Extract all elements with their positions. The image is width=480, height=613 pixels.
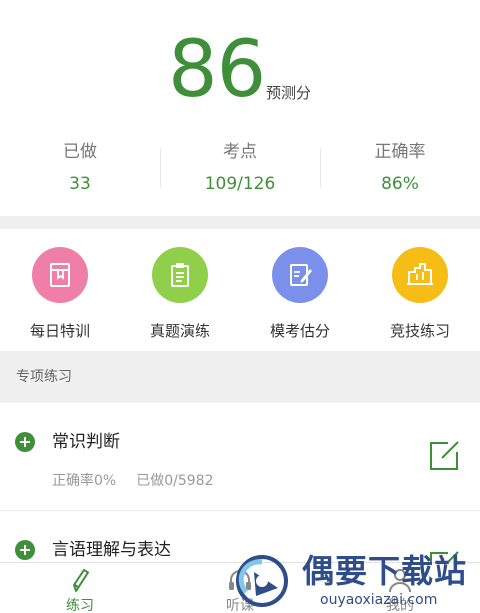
edit-note-icon — [272, 247, 328, 303]
predicted-score: 86 — [168, 25, 266, 115]
feature-mock-exam-label: 模考估分 — [269, 322, 330, 340]
stat-accuracy-label: 正确率 — [374, 142, 426, 162]
practice-item-title: 言语理解与表达 — [52, 540, 171, 560]
practice-item-meta: 正确率0% 已做0/5982 — [52, 471, 213, 491]
feature-daily-training[interactable]: 每日特训 — [0, 229, 120, 351]
stat-points-label: 考点 — [223, 142, 257, 162]
plus-circle-icon[interactable] — [15, 432, 35, 452]
tab-practice-label: 练习 — [66, 598, 94, 613]
stat-accuracy-value: 86% — [381, 174, 419, 194]
stat-done-label: 已做 — [63, 142, 97, 162]
predicted-score-label: 预测分 — [266, 84, 312, 102]
feature-grid: 每日特训 真题演练 模考估分 竞技练习 — [0, 229, 480, 351]
tab-mine-label: 我的 — [386, 598, 414, 613]
section-divider — [0, 216, 480, 229]
headphones-icon — [229, 570, 251, 590]
practice-item-accuracy: 正确率0% — [52, 473, 117, 489]
stat-divider — [160, 148, 161, 188]
practice-item-done: 已做0/5982 — [136, 473, 214, 489]
stat-divider — [320, 148, 321, 188]
feature-past-exams-label: 真题演练 — [149, 322, 210, 340]
feature-mock-exam[interactable]: 模考估分 — [240, 229, 360, 351]
feature-past-exams[interactable]: 真题演练 — [120, 229, 240, 351]
tab-mine[interactable]: 我的 — [320, 563, 480, 613]
stat-points-value: 109/126 — [204, 174, 276, 194]
clipboard-icon — [152, 247, 208, 303]
stat-points: 考点 109/126 — [160, 140, 320, 200]
feature-daily-training-label: 每日特训 — [29, 322, 90, 340]
tab-lectures[interactable]: 听课 — [160, 563, 320, 613]
practice-item-general-knowledge[interactable]: 常识判断 正确率0% 已做0/5982 — [0, 403, 480, 511]
edit-icon[interactable] — [428, 440, 460, 472]
section-header: 专项练习 — [0, 351, 480, 403]
score-panel: 86 预测分 已做 33 考点 109/126 正确率 86% — [0, 0, 480, 215]
bottom-tab-bar: 练习 听课 我的 — [0, 562, 480, 613]
practice-item-title: 常识判断 — [52, 432, 120, 452]
feature-competition-label: 竞技练习 — [389, 322, 450, 340]
stat-accuracy: 正确率 86% — [320, 140, 480, 200]
calendar-book-icon — [32, 247, 88, 303]
arena-icon — [392, 247, 448, 303]
plus-circle-icon[interactable] — [15, 540, 35, 560]
tab-practice[interactable]: 练习 — [0, 563, 160, 613]
stats-row: 已做 33 考点 109/126 正确率 86% — [0, 140, 480, 200]
pencil-icon — [73, 569, 89, 592]
practice-item-verbal[interactable]: 言语理解与表达 — [0, 512, 480, 580]
stat-done-value: 33 — [69, 174, 91, 194]
stat-done: 已做 33 — [0, 140, 160, 200]
tab-lectures-label: 听课 — [226, 598, 254, 613]
person-icon — [389, 569, 411, 593]
feature-competition[interactable]: 竞技练习 — [360, 229, 480, 351]
